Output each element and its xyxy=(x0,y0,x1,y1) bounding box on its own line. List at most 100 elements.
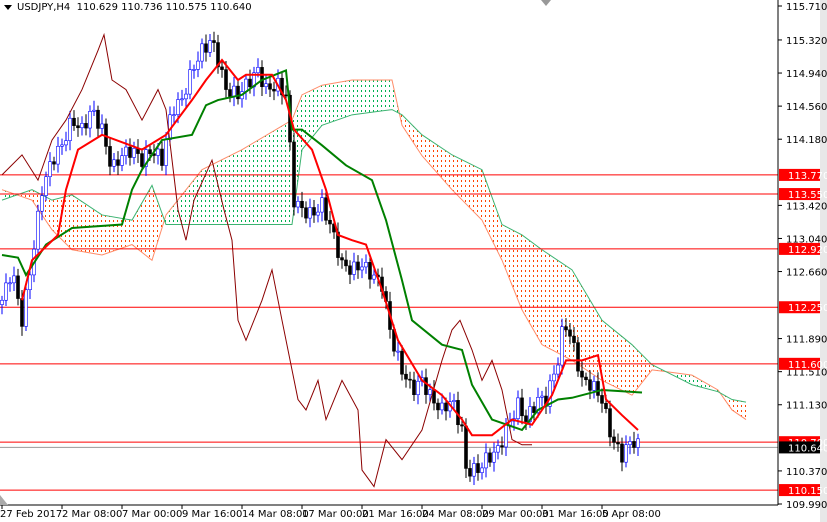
cloud-segment xyxy=(54,199,56,234)
candle-body xyxy=(132,148,136,158)
candle-body xyxy=(576,342,580,372)
cloud-segment xyxy=(316,87,318,133)
cloud-segment xyxy=(228,155,230,225)
level-price-label: 113.550 xyxy=(788,190,827,201)
cloud-segment xyxy=(146,192,148,258)
cloud-segment xyxy=(644,356,646,381)
cloud-segment xyxy=(734,399,736,413)
y-tick-label: 110.370 xyxy=(786,467,827,478)
candle-body xyxy=(604,403,608,409)
candle-body xyxy=(308,207,312,219)
candle-body xyxy=(96,109,100,129)
candle-body xyxy=(160,148,164,166)
cloud-segment xyxy=(528,239,530,324)
cloud-segment xyxy=(230,154,232,225)
cloud-segment xyxy=(554,257,556,352)
candle-body xyxy=(632,441,636,448)
cloud-segment xyxy=(106,215,108,254)
x-tick-label: 17 Mar 00:00 xyxy=(302,509,369,520)
cloud-segment xyxy=(96,210,98,255)
cloud-segment xyxy=(388,80,390,111)
cloud-segment xyxy=(458,157,460,198)
cloud-segment xyxy=(202,168,204,225)
cloud-segment xyxy=(188,184,190,225)
chart-window[interactable]: 115.710 115.320 114.940 114.560 114.180 113.4… xyxy=(0,0,827,522)
cloud-segment xyxy=(238,150,240,225)
cloud-segment xyxy=(66,195,68,246)
cloud-segment xyxy=(482,169,484,225)
cloud-segment xyxy=(452,154,454,192)
cloud-segment xyxy=(346,80,348,117)
cloud-segment xyxy=(68,195,70,248)
cloud-segment xyxy=(278,127,280,225)
cloud-segment xyxy=(642,354,644,383)
cloud-segment xyxy=(514,230,516,295)
candle-body xyxy=(80,123,84,129)
cloud-segment xyxy=(260,137,262,225)
cloud-segment xyxy=(50,199,52,230)
candle-body xyxy=(352,261,356,275)
cloud-segment xyxy=(312,89,314,138)
candle-body xyxy=(244,78,248,92)
cloud-segment xyxy=(268,133,270,225)
candle-body xyxy=(84,123,88,129)
y-tick-label: 114.180 xyxy=(786,135,827,146)
ohlc-values: 110.629 110.736 110.575 110.640 xyxy=(76,2,252,13)
candle-body xyxy=(452,400,456,402)
cloud-segment xyxy=(74,196,76,251)
candle-body xyxy=(592,381,596,391)
candle-body xyxy=(64,140,68,146)
cloud-segment xyxy=(114,217,116,251)
candle-body xyxy=(428,389,432,395)
cloud-segment xyxy=(432,141,434,170)
cloud-segment xyxy=(304,92,306,148)
cloud-segment xyxy=(434,142,436,172)
cloud-segment xyxy=(632,344,634,396)
price-chart[interactable]: 115.710 115.320 114.940 114.560 114.180 113.4… xyxy=(0,0,827,522)
cloud-segment xyxy=(596,310,598,378)
cloud-segment xyxy=(494,202,496,249)
cloud-segment xyxy=(140,202,142,253)
cloud-segment xyxy=(262,136,264,225)
cloud-segment xyxy=(544,251,546,347)
cloud-segment xyxy=(606,323,608,384)
cloud-segment xyxy=(522,234,524,314)
candle-body xyxy=(600,395,604,404)
cloud-segment xyxy=(182,192,184,225)
candle-body xyxy=(184,93,188,100)
cloud-segment xyxy=(250,143,252,225)
candle-body xyxy=(620,443,624,463)
cloud-segment xyxy=(386,80,388,111)
cloud-segment xyxy=(348,80,350,117)
cloud-segment xyxy=(118,217,120,250)
cloud-segment xyxy=(384,80,386,111)
cloud-segment xyxy=(616,331,618,389)
candle-body xyxy=(368,261,372,280)
cloud-segment xyxy=(630,343,632,396)
dropdown-triangle-icon[interactable] xyxy=(4,4,12,10)
candle-body xyxy=(480,467,484,473)
cloud-segment xyxy=(442,148,444,181)
x-tick-label: 31 Mar 16:00 xyxy=(542,509,609,520)
cloud-segment xyxy=(638,350,640,388)
candle-body xyxy=(516,397,520,419)
cloud-segment xyxy=(450,153,452,190)
candle-body xyxy=(340,257,344,261)
candle-body xyxy=(540,395,544,398)
cloud-segment xyxy=(354,80,356,115)
cloud-segment xyxy=(90,206,92,254)
chart-shift-icon[interactable] xyxy=(541,0,551,6)
candle-body xyxy=(424,377,428,395)
candle-body xyxy=(500,445,504,448)
candle-body xyxy=(608,408,612,438)
candle-body xyxy=(52,161,56,165)
cloud-segment xyxy=(516,231,518,300)
cloud-segment xyxy=(564,264,566,358)
cloud-segment xyxy=(270,131,272,225)
candle-body xyxy=(596,381,600,396)
cloud-segment xyxy=(46,197,48,224)
cloud-segment xyxy=(436,144,438,174)
cloud-segment xyxy=(98,212,100,255)
shift-marker-icon[interactable] xyxy=(0,495,8,505)
candle-body xyxy=(580,370,584,378)
